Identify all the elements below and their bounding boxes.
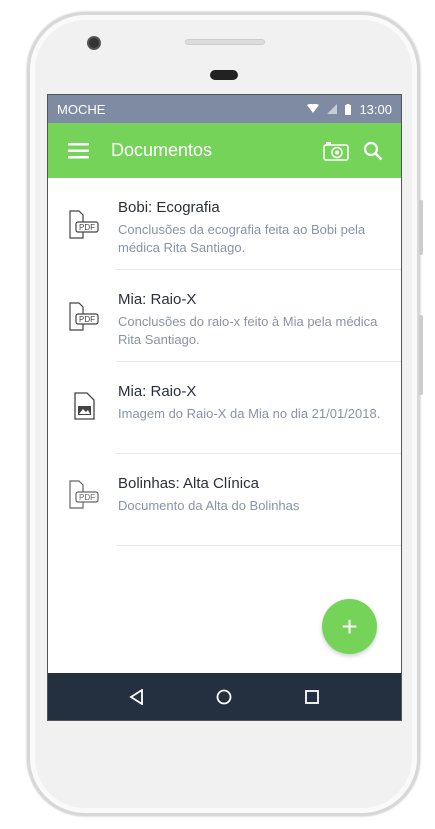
back-icon[interactable] xyxy=(129,688,145,705)
carrier: MOCHE xyxy=(57,101,106,117)
app-bar: Documentos xyxy=(48,123,401,178)
list-item[interactable]: PDF Bolinhas: Alta Clínica Documento da … xyxy=(48,454,401,546)
image-file-icon xyxy=(74,392,95,420)
wifi-icon xyxy=(307,104,320,113)
volume-button xyxy=(419,200,423,255)
add-document-button[interactable]: + xyxy=(322,599,377,654)
document-description: Conclusões da ecografia feita ao Bobi pe… xyxy=(118,222,366,255)
pdf-file-icon: PDF xyxy=(69,302,99,331)
page-title: Documentos xyxy=(111,140,213,160)
speaker xyxy=(185,39,265,45)
document-title: Mia: Raio-X xyxy=(118,291,197,308)
svg-text:PDF: PDF xyxy=(79,493,95,502)
screen: MOCHE 13:00 Documentos PDF Bobi: Ecograf… xyxy=(47,94,402,721)
document-title: Mia: Raio-X xyxy=(118,383,197,400)
recents-icon[interactable] xyxy=(304,689,320,705)
battery-icon xyxy=(345,103,352,115)
svg-text:PDF: PDF xyxy=(79,315,95,324)
clock: 13:00 xyxy=(359,101,392,117)
navigation-bar xyxy=(48,673,401,720)
document-description: Imagem do Raio-X da Mia no dia 21/01/201… xyxy=(118,406,381,421)
divider xyxy=(116,545,401,546)
document-title: Bolinhas: Alta Clínica xyxy=(118,475,259,492)
pdf-file-icon: PDF xyxy=(69,210,99,239)
list-item[interactable]: Mia: Raio-X Imagem do Raio-X da Mia no d… xyxy=(48,362,401,454)
power-button xyxy=(419,315,423,395)
document-description: Documento da Alta do Bolinhas xyxy=(118,498,300,513)
svg-text:PDF: PDF xyxy=(79,223,95,232)
sensor xyxy=(210,70,238,80)
pdf-file-icon: PDF xyxy=(69,480,99,509)
document-title: Bobi: Ecografia xyxy=(118,199,220,216)
search-icon[interactable] xyxy=(363,141,383,161)
signal-icon xyxy=(327,104,338,114)
list-item[interactable]: PDF Bobi: Ecografia Conclusões da ecogra… xyxy=(48,178,401,270)
menu-icon[interactable] xyxy=(68,142,89,159)
home-icon[interactable] xyxy=(216,689,232,705)
list-item[interactable]: PDF Mia: Raio-X Conclusões do raio-x fei… xyxy=(48,270,401,362)
document-description: Conclusões do raio-x feito à Mia pela mé… xyxy=(118,314,378,347)
camera-icon[interactable] xyxy=(323,141,349,161)
document-list: PDF Bobi: Ecografia Conclusões da ecogra… xyxy=(48,178,401,546)
front-camera xyxy=(87,36,101,50)
status-bar: MOCHE 13:00 xyxy=(48,95,401,123)
